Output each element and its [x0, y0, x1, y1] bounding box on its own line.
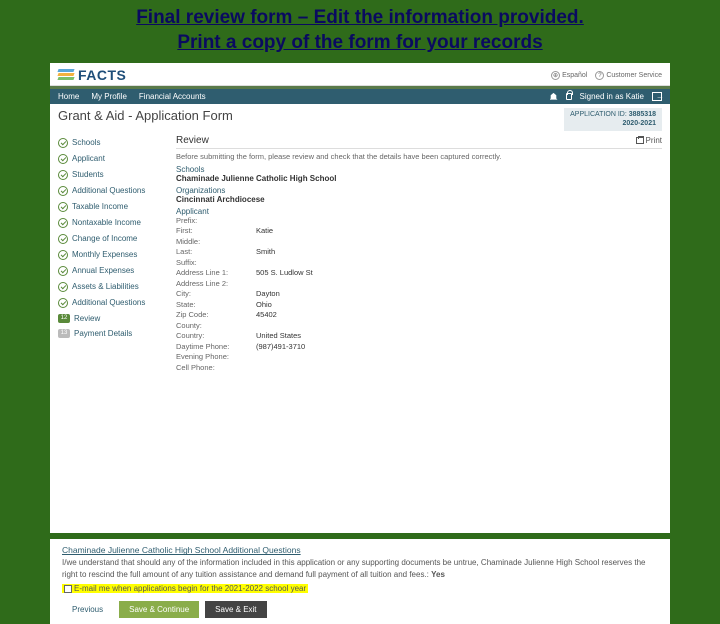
intro-text: Before submitting the form, please revie… [176, 152, 662, 161]
sidebar-item-payment[interactable]: 13 Payment Details [58, 326, 168, 341]
applicant-label: Applicant [176, 207, 662, 216]
help-icon: ? [595, 71, 604, 80]
section-heading: Review [176, 135, 209, 146]
check-icon [58, 186, 68, 196]
field-cell-phone: Cell Phone: [176, 363, 662, 374]
sidebar-item-label: Nontaxable Income [72, 218, 141, 227]
sidebar-item-label: Change of Income [72, 234, 137, 243]
page-title: Grant & Aid - Application Form [58, 108, 233, 123]
sidebar-item-change-of-income[interactable]: Change of Income [58, 231, 168, 247]
brand-name: FACTS [78, 67, 126, 83]
sidebar-item-applicant[interactable]: Applicant [58, 151, 168, 167]
check-icon [58, 202, 68, 212]
check-icon [58, 218, 68, 228]
print-link[interactable]: Print [636, 136, 662, 145]
button-row: Previous Save & Continue Save & Exit [62, 601, 658, 618]
save-continue-button[interactable]: Save & Continue [119, 601, 199, 618]
title-line-1: Final review form – Edit the information… [136, 7, 584, 28]
title-line-2: Print a copy of the form for your record… [177, 32, 542, 53]
sidebar-item-annual-expenses[interactable]: Annual Expenses [58, 263, 168, 279]
customer-service-link[interactable]: ?Customer Service [595, 71, 662, 80]
field-county: County: [176, 321, 662, 332]
sidebar-item-students[interactable]: Students [58, 167, 168, 183]
field-evening-phone: Evening Phone: [176, 352, 662, 363]
step-number: 12 [58, 314, 70, 323]
step-number: 13 [58, 329, 70, 338]
sidebar-item-label: Monthly Expenses [72, 250, 137, 259]
sidebar-item-label: Assets & Liabilities [72, 282, 139, 291]
field-prefix: Prefix: [176, 216, 662, 227]
opt-in-label: E-mail me when applications begin for th… [74, 584, 306, 593]
lock-icon [566, 93, 572, 100]
app-frame: FACTS ⊕Español ?Customer Service Home My… [50, 63, 670, 533]
espanol-link[interactable]: ⊕Español [551, 71, 587, 80]
nav-financial-accounts[interactable]: Financial Accounts [139, 92, 206, 101]
previous-button[interactable]: Previous [62, 601, 113, 618]
top-links: ⊕Español ?Customer Service [551, 71, 662, 80]
sidebar-item-assets-liabilities[interactable]: Assets & Liabilities [58, 279, 168, 295]
check-icon [58, 266, 68, 276]
additional-questions-title: Chaminade Julienne Catholic High School … [62, 545, 658, 555]
sidebar-item-taxable-income[interactable]: Taxable Income [58, 199, 168, 215]
nav-my-profile[interactable]: My Profile [91, 92, 127, 101]
organizations-label: Organizations [176, 186, 662, 195]
sidebar-item-label: Taxable Income [72, 202, 128, 211]
sidebar-item-additional-questions-2[interactable]: Additional Questions [58, 295, 168, 311]
signed-in-text: Signed in as Katie [580, 92, 645, 101]
nav-home[interactable]: Home [58, 92, 79, 101]
check-icon [58, 234, 68, 244]
additional-questions-text: I/we understand that should any of the i… [62, 557, 658, 579]
additional-questions-block: Chaminade Julienne Catholic High School … [50, 539, 670, 623]
application-id-badge: APPLICATION ID: 3885318 2020-2021 [564, 108, 662, 130]
checkbox-icon[interactable] [64, 585, 72, 593]
slide-title: Final review form – Edit the information… [0, 0, 720, 63]
sign-out-icon[interactable] [652, 92, 662, 101]
globe-icon: ⊕ [551, 71, 560, 80]
sidebar-item-additional-questions[interactable]: Additional Questions [58, 183, 168, 199]
save-exit-button[interactable]: Save & Exit [205, 601, 266, 618]
field-middle: Middle: [176, 237, 662, 248]
field-state: State:Ohio [176, 300, 662, 311]
check-icon [58, 298, 68, 308]
opt-in-row[interactable]: E-mail me when applications begin for th… [62, 584, 308, 593]
sidebar-item-label: Annual Expenses [72, 266, 134, 275]
check-icon [58, 138, 68, 148]
sidebar-item-label: Additional Questions [72, 186, 145, 195]
sidebar-item-label: Additional Questions [72, 298, 145, 307]
main-content: Review Print Before submitting the form,… [176, 135, 662, 374]
field-address1: Address Line 1:505 S. Ludlow St [176, 268, 662, 279]
field-daytime-phone: Daytime Phone:(987)491-3710 [176, 342, 662, 353]
field-city: City:Dayton [176, 289, 662, 300]
sidebar-item-label: Students [72, 170, 104, 179]
print-icon [636, 137, 644, 144]
field-country: Country:United States [176, 331, 662, 342]
check-icon [58, 282, 68, 292]
sidebar-item-review[interactable]: 12 Review [58, 311, 168, 326]
check-icon [58, 154, 68, 164]
brand: FACTS [58, 67, 126, 83]
sidebar-item-nontaxable-income[interactable]: Nontaxable Income [58, 215, 168, 231]
sidebar-item-schools[interactable]: Schools [58, 135, 168, 151]
topbar: FACTS ⊕Español ?Customer Service [50, 63, 670, 86]
check-icon [58, 250, 68, 260]
field-first: First:Katie [176, 226, 662, 237]
schools-label: Schools [176, 165, 662, 174]
organizations-value: Cincinnati Archdiocese [176, 195, 662, 204]
sidebar-item-label: Schools [72, 138, 100, 147]
sidebar-item-label: Applicant [72, 154, 105, 163]
sidebar-item-label: Payment Details [74, 329, 132, 338]
sidebar-item-label: Review [74, 314, 100, 323]
nav-bar: Home My Profile Financial Accounts Signe… [50, 89, 670, 104]
logo-icon [58, 69, 74, 81]
field-zip: Zip Code:45402 [176, 310, 662, 321]
field-last: Last:Smith [176, 247, 662, 258]
sidebar: Schools Applicant Students Additional Qu… [58, 135, 168, 374]
field-address2: Address Line 2: [176, 279, 662, 290]
check-icon [58, 170, 68, 180]
sidebar-item-monthly-expenses[interactable]: Monthly Expenses [58, 247, 168, 263]
bell-icon[interactable] [550, 93, 558, 101]
field-suffix: Suffix: [176, 258, 662, 269]
schools-value: Chaminade Julienne Catholic High School [176, 174, 662, 183]
page-head: Grant & Aid - Application Form APPLICATI… [50, 104, 670, 134]
